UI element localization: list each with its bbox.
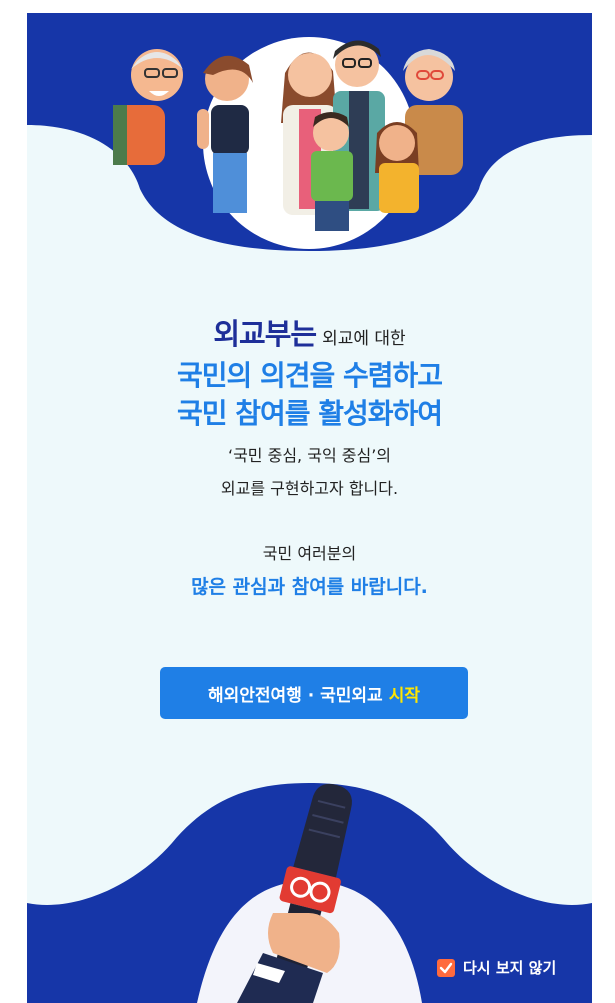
microphone-illustration (237, 783, 352, 1003)
dont-show-again[interactable]: 다시 보지 않기 (437, 957, 556, 978)
dont-show-label: 다시 보지 않기 (463, 959, 557, 977)
dont-show-checkbox[interactable] (437, 958, 455, 977)
popup-screen: 외교부는 외교에 대한 국민의 의견을 수렴하고 국민 참여를 활성화하여 ‘국민… (27, 13, 592, 1003)
check-icon (439, 962, 453, 973)
